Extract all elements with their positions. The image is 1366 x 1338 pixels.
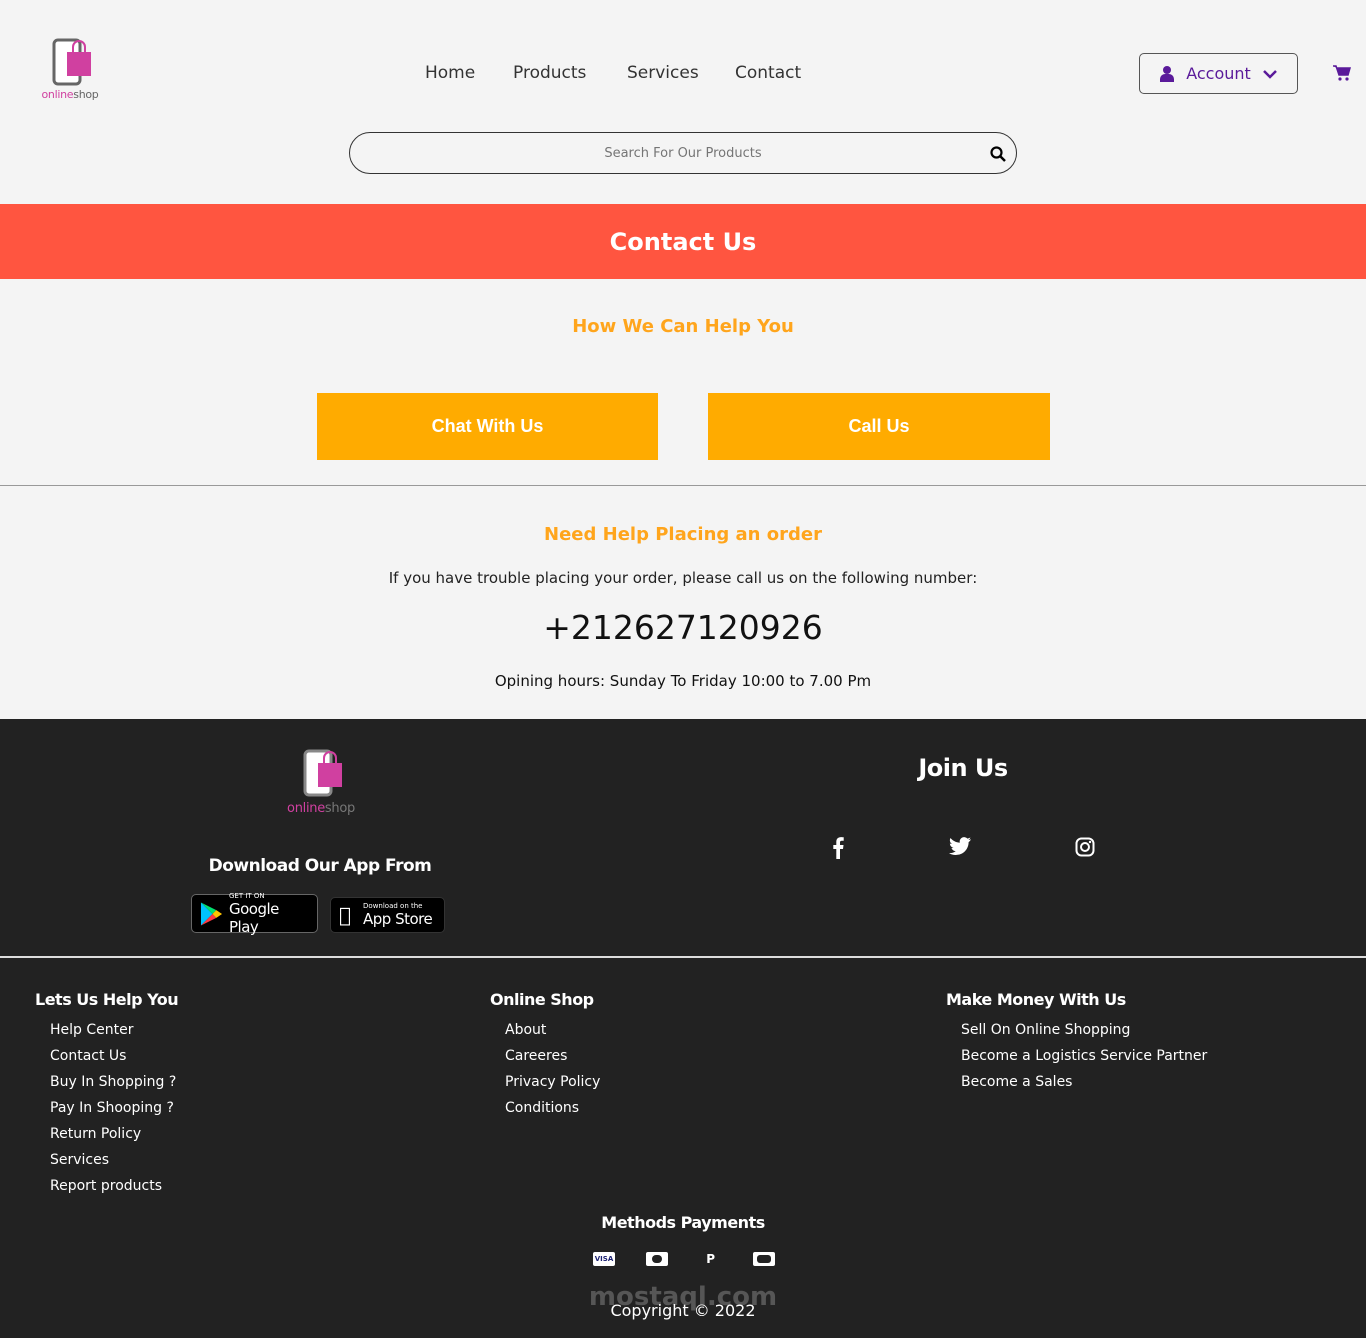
help-heading: How We Can Help You (572, 316, 794, 337)
divider (0, 485, 1366, 486)
column-title: Make Money With Us (946, 990, 1126, 1009)
app-store-small: Download on the (351, 902, 422, 910)
logo-phone-bag-icon (303, 749, 342, 797)
footer-logo: onlineshop (285, 747, 357, 816)
search-bar (349, 132, 1017, 174)
nav-contact[interactable]: Contact (735, 63, 801, 83)
logo[interactable]: onlineshop (35, 38, 105, 101)
google-play-small: GET IT ON (229, 891, 265, 900)
footer-link[interactable]: Sell On Online Shopping (961, 1017, 1207, 1043)
apple-icon:  (339, 903, 351, 927)
mastercard-icon (646, 1252, 669, 1266)
user-icon (1160, 65, 1175, 82)
paypal-icon: P (706, 1252, 716, 1266)
footer-link[interactable]: Conditions (505, 1095, 600, 1121)
opening-hours: Opining hours: Sunday To Friday 10:00 to… (494, 672, 872, 690)
footer-link[interactable]: Pay In Shooping ? (50, 1095, 178, 1121)
footer-link[interactable]: Become a Sales (961, 1069, 1207, 1095)
join-us-title: Join Us (918, 754, 1008, 782)
footer-link[interactable]: Return Policy (50, 1121, 178, 1147)
footer-divider (0, 956, 1366, 958)
twitter-icon[interactable] (948, 837, 972, 857)
copyright: Copyright © 2022 (610, 1301, 756, 1320)
footer-column-help: Lets Us Help You Help Center Contact Us … (35, 990, 179, 1199)
app-store-badge[interactable]:  Download on theApp Store (330, 897, 445, 933)
app-store-big: App Store (351, 910, 433, 928)
call-us-button[interactable]: Call Us (708, 393, 1050, 460)
logo-text-shop: shop (73, 88, 99, 101)
footer-link[interactable]: Privacy Policy (505, 1069, 600, 1095)
footer-link[interactable]: About (505, 1017, 600, 1043)
footer-link[interactable]: Services (50, 1147, 178, 1173)
column-title: Lets Us Help You (35, 990, 179, 1009)
search-icon[interactable] (990, 146, 1006, 162)
logo-text-online: online (41, 88, 74, 101)
payment-icons: VISA P (593, 1252, 775, 1266)
nav-services[interactable]: Services (627, 63, 699, 83)
nav-products[interactable]: Products (513, 63, 586, 83)
payments-title: Methods Payments (601, 1213, 765, 1232)
instagram-icon[interactable] (1075, 837, 1095, 857)
footer-link[interactable]: Careeres (505, 1043, 600, 1069)
phone-number: +212627120926 (543, 608, 823, 647)
google-play-big: Google Play (229, 899, 279, 936)
facebook-icon[interactable] (832, 835, 844, 859)
account-dropdown[interactable]: Account (1139, 53, 1298, 94)
logo-text-online: online (287, 801, 325, 816)
order-help-text: If you have trouble placing your order, … (388, 569, 978, 587)
search-input[interactable] (350, 133, 1016, 173)
footer-link[interactable]: Help Center (50, 1017, 178, 1043)
google-play-badge[interactable]: GET IT ON Google Play (191, 891, 318, 936)
page-title-banner: Contact Us (0, 204, 1366, 279)
google-play-icon (200, 902, 223, 925)
nav-home[interactable]: Home (425, 63, 475, 83)
footer-link[interactable]: Contact Us (50, 1043, 178, 1069)
account-label: Account (1186, 64, 1251, 83)
footer-column-money: Make Money With Us Sell On Online Shoppi… (946, 990, 1207, 1095)
chevron-down-icon (1262, 69, 1277, 79)
logo-text-shop: shop (324, 801, 355, 816)
cart-icon[interactable] (1333, 65, 1351, 81)
cash-icon (752, 1252, 775, 1266)
footer-link[interactable]: Become a Logistics Service Partner (961, 1043, 1207, 1069)
order-help-heading: Need Help Placing an order (544, 524, 822, 545)
column-title: Online Shop (490, 990, 594, 1009)
footer-column-shop: Online Shop About Careeres Privacy Polic… (490, 990, 600, 1121)
visa-icon: VISA (593, 1252, 615, 1266)
download-app-title: Download Our App From (208, 856, 432, 876)
chat-with-us-button[interactable]: Chat With Us (317, 393, 658, 460)
footer-link[interactable]: Report products (50, 1173, 178, 1199)
logo-phone-bag-icon (52, 38, 91, 86)
footer-link[interactable]: Buy In Shopping ? (50, 1069, 178, 1095)
